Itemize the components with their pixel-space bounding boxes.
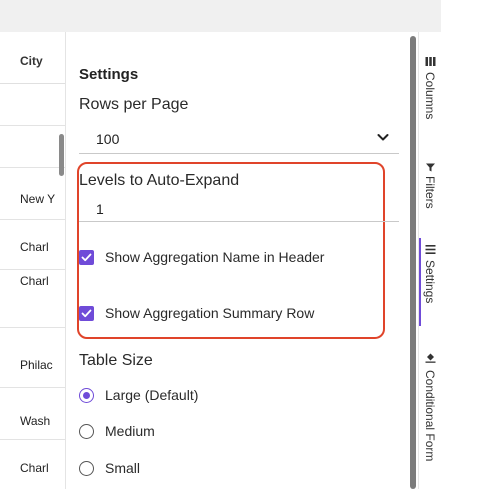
table-size-option-large[interactable]: Large (Default) [79, 386, 279, 406]
paint-bucket-icon [425, 353, 436, 363]
show-aggregation-name-option[interactable]: Show Aggregation Name in Header [79, 248, 379, 268]
rows-per-page-label: Rows per Page [79, 96, 189, 113]
top-bar [0, 0, 441, 32]
levels-auto-expand-value: 1 [96, 201, 104, 217]
tab-conditional-formatting[interactable]: Conditional Form [419, 348, 442, 489]
empty-area [441, 0, 493, 489]
settings-icon [425, 245, 436, 254]
show-aggregation-summary-option[interactable]: Show Aggregation Summary Row [79, 304, 379, 324]
table-row[interactable] [0, 84, 65, 126]
checkbox-label: Show Aggregation Name in Header [105, 249, 325, 265]
radio-button[interactable] [79, 388, 94, 403]
tab-label: Settings [423, 260, 437, 304]
checkbox-label: Show Aggregation Summary Row [105, 305, 315, 321]
levels-auto-expand-input[interactable]: 1 [79, 196, 399, 222]
filter-icon [426, 163, 435, 172]
table-row[interactable]: Charl [0, 440, 65, 489]
table-scrollbar[interactable] [59, 134, 64, 176]
radio-label: Large (Default) [105, 387, 199, 403]
tab-label: Conditional Form [423, 370, 437, 462]
radio-button[interactable] [79, 424, 94, 439]
table-row[interactable]: New Y [0, 168, 65, 220]
radio-label: Medium [105, 423, 155, 439]
tab-filters[interactable]: Filters [419, 158, 442, 226]
settings-title: Settings [79, 66, 139, 83]
table-cell: New Y [20, 192, 56, 206]
table-row[interactable]: Wash [0, 388, 65, 440]
table-size-option-medium[interactable]: Medium [79, 422, 279, 442]
column-header-city[interactable]: City [0, 32, 65, 84]
radio-button[interactable] [79, 461, 94, 476]
table-cell: Charl [20, 274, 49, 288]
rows-per-page-select[interactable]: 100 [79, 122, 399, 154]
check-icon [81, 253, 92, 262]
settings-panel: Settings Rows per Page 100 Levels to Aut… [67, 32, 410, 489]
radio-label: Small [105, 460, 141, 476]
checkbox[interactable] [79, 250, 94, 265]
tab-settings[interactable]: Settings [419, 238, 442, 326]
table-size-label: Table Size [79, 352, 153, 369]
table-cell: Wash [20, 414, 51, 428]
rows-per-page-value: 100 [96, 131, 120, 147]
side-tabs: Columns Filters Settings Conditional For… [418, 32, 441, 489]
table-row[interactable]: Charl [0, 270, 65, 328]
table-row[interactable]: Charl [0, 220, 65, 270]
column-header-label: City [20, 54, 43, 68]
panel-scrollbar[interactable] [410, 36, 416, 489]
table-size-option-small[interactable]: Small [79, 459, 279, 479]
tab-label: Columns [423, 72, 437, 120]
table-row[interactable] [0, 126, 65, 168]
tab-columns[interactable]: Columns [419, 52, 442, 142]
checkbox[interactable] [79, 306, 94, 321]
table-cell: Charl [20, 240, 49, 254]
table-column: City New Y Charl Charl Philac Wash Charl [0, 32, 66, 489]
tab-label: Filters [423, 176, 437, 209]
check-icon [81, 309, 92, 318]
table-row[interactable]: Philac [0, 328, 65, 388]
chevron-down-icon [377, 134, 389, 141]
table-cell: Charl [20, 461, 49, 475]
table-cell: Philac [20, 358, 53, 372]
columns-icon [425, 57, 436, 66]
levels-auto-expand-label: Levels to Auto-Expand [79, 172, 240, 189]
